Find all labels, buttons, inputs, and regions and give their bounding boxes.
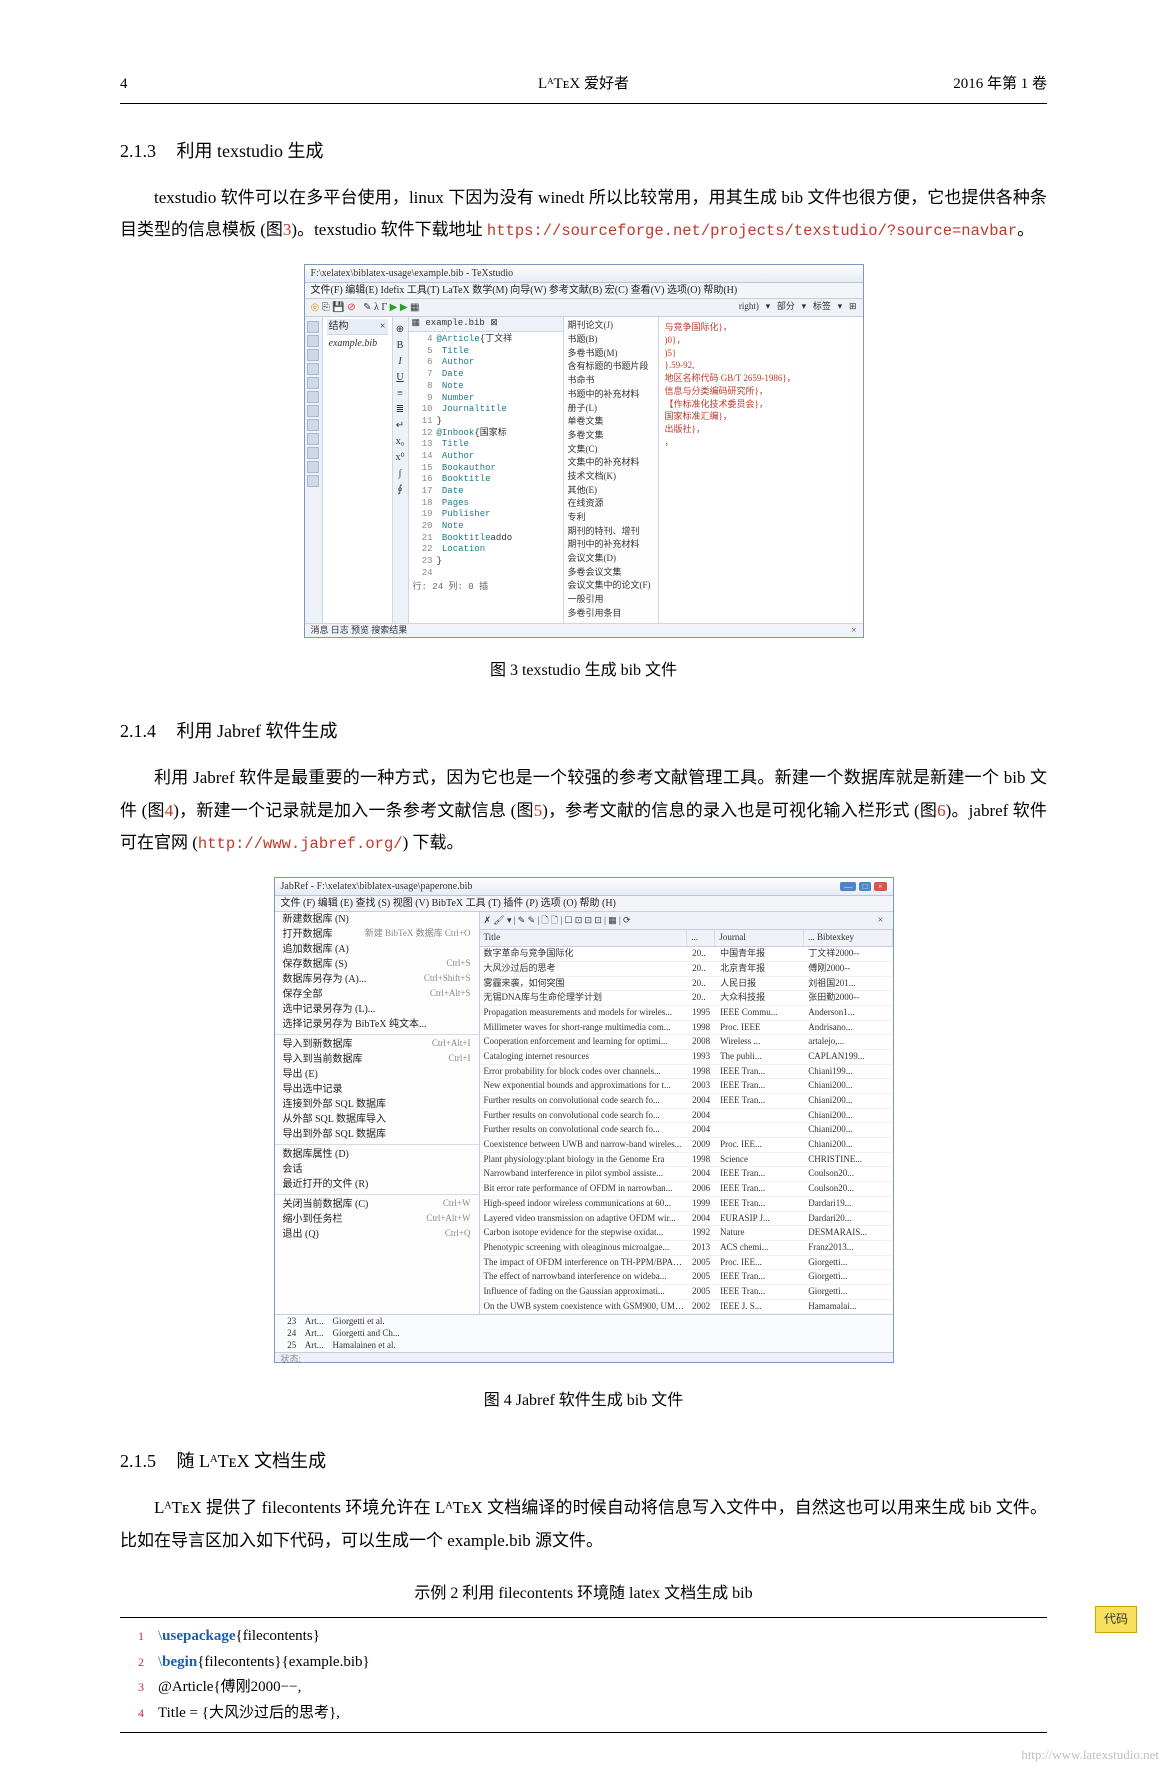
- section-number: 2.1.5: [120, 1451, 156, 1471]
- structure-panel: 结构× example.bib: [323, 317, 393, 622]
- toolbar[interactable]: ◎ ⎘ 💾 ⊘ ✎ λ Γ ▶ ▶ ▦ right) ▾ 部分 ▾ 标签 ▾ ⊞: [305, 299, 863, 317]
- fig-ref-6[interactable]: 6: [937, 801, 946, 820]
- figure-3-caption: 图 3 texstudio 生成 bib 文件: [120, 656, 1047, 686]
- code-listing: 代码 1\usepackage{filecontents}2\begin{fil…: [120, 1617, 1047, 1733]
- code-editor[interactable]: ▦ example.bib ⊠ 4@Article{丁文祥5 Title6 Au…: [409, 317, 564, 622]
- texstudio-url[interactable]: https://sourceforge.net/projects/texstud…: [487, 222, 1017, 240]
- figure-3: F:\xelatex\biblatex-usage\example.bib - …: [120, 264, 1047, 643]
- window-title: F:\xelatex\biblatex-usage\example.bib - …: [305, 265, 863, 283]
- jabref-url[interactable]: http://www.jabref.org/: [198, 835, 403, 853]
- fig-ref-5[interactable]: 5: [534, 801, 543, 820]
- code-badge: 代码: [1095, 1606, 1137, 1632]
- section-215-para: LᴬTᴇX 提供了 filecontents 环境允许在 LᴬTᴇX 文档编译的…: [120, 1492, 1047, 1557]
- section-213-para: texstudio 软件可以在多平台使用，linux 下因为没有 winedt …: [120, 182, 1047, 247]
- fig-ref-4[interactable]: 4: [165, 801, 174, 820]
- bib-type-menu[interactable]: 期刊论文(J)书题(B)多卷书题(M)含有标题的书题片段书命书书题中的补充材料册…: [564, 317, 659, 622]
- col-journal[interactable]: Journal: [715, 930, 804, 946]
- header-title: LᴬTᴇX 爱好者: [538, 70, 629, 99]
- status-bar: 状态:: [275, 1352, 893, 1362]
- section-number: 2.1.3: [120, 141, 156, 161]
- figure-4: JabRef - F:\xelatex\biblatex-usage\paper…: [120, 877, 1047, 1373]
- file-menu-dropdown[interactable]: 新建数据库 (N)打开数据库新建 BibTeX 数据库 Ctrl+O追加数据库 …: [275, 912, 480, 1314]
- jabref-screenshot: JabRef - F:\xelatex\biblatex-usage\paper…: [274, 877, 894, 1363]
- entries-table[interactable]: ✗ 🖌 ▾ | ✎ ✎ | 🗋 🗋 | ☐ ⊡ ⊡ ⊡ | ▦ | ⟳ × Ti…: [480, 912, 893, 1314]
- preview-pane: 与竞争国际化}，)0}，)5}}.59-92,地区名称代码 GB/T 2659-…: [659, 317, 863, 622]
- listing-title: 示例 2 利用 filecontents 环境随 latex 文档生成 bib: [120, 1579, 1047, 1609]
- col-year[interactable]: ...: [687, 930, 715, 946]
- section-214-title: 2.1.4 利用 Jabref 软件生成: [120, 714, 1047, 748]
- section-heading: 利用 texstudio 生成: [177, 141, 324, 161]
- section-heading: 利用 Jabref 软件生成: [177, 721, 338, 741]
- symbol-bar[interactable]: ⊕BIU≡≣↵x₀x⁰∫∮: [393, 317, 409, 622]
- page-header: 4 LᴬTᴇX 爱好者 2016 年第 1 卷: [120, 70, 1047, 104]
- close-icon[interactable]: ×: [380, 320, 386, 333]
- watermark: http://www.latexstudio.net: [1021, 1743, 1159, 1768]
- status-bar: 消息 日志 预览 搜索结果×: [305, 623, 863, 638]
- header-issue: 2016 年第 1 卷: [953, 70, 1047, 99]
- close-icon[interactable]: ×: [873, 914, 889, 927]
- section-213-title: 2.1.3 利用 texstudio 生成: [120, 134, 1047, 168]
- menubar[interactable]: 文件(F) 编辑(E) Idefix 工具(T) LaTeX 数学(M) 向导(…: [305, 283, 863, 299]
- section-number: 2.1.4: [120, 721, 156, 741]
- menubar[interactable]: 文件 (F) 编辑 (E) 查找 (S) 视图 (V) BibTeX 工具 (T…: [275, 896, 893, 912]
- col-title[interactable]: Title: [480, 930, 688, 946]
- structure-file[interactable]: example.bib: [327, 335, 388, 352]
- col-bibtexkey[interactable]: ... Bibtexkey: [804, 930, 893, 946]
- section-heading: 随 LᴬTᴇX 文档生成: [177, 1451, 327, 1471]
- texstudio-screenshot: F:\xelatex\biblatex-usage\example.bib - …: [304, 264, 864, 638]
- window-title: JabRef - F:\xelatex\biblatex-usage\paper…: [275, 878, 893, 896]
- figure-4-caption: 图 4 Jabref 软件生成 bib 文件: [120, 1386, 1047, 1416]
- section-215-title: 2.1.5 随 LᴬTᴇX 文档生成: [120, 1444, 1047, 1478]
- left-iconbar[interactable]: [305, 317, 323, 622]
- page-number: 4: [120, 70, 128, 99]
- section-214-para: 利用 Jabref 软件是最重要的一种方式，因为它也是一个较强的参考文献管理工具…: [120, 762, 1047, 859]
